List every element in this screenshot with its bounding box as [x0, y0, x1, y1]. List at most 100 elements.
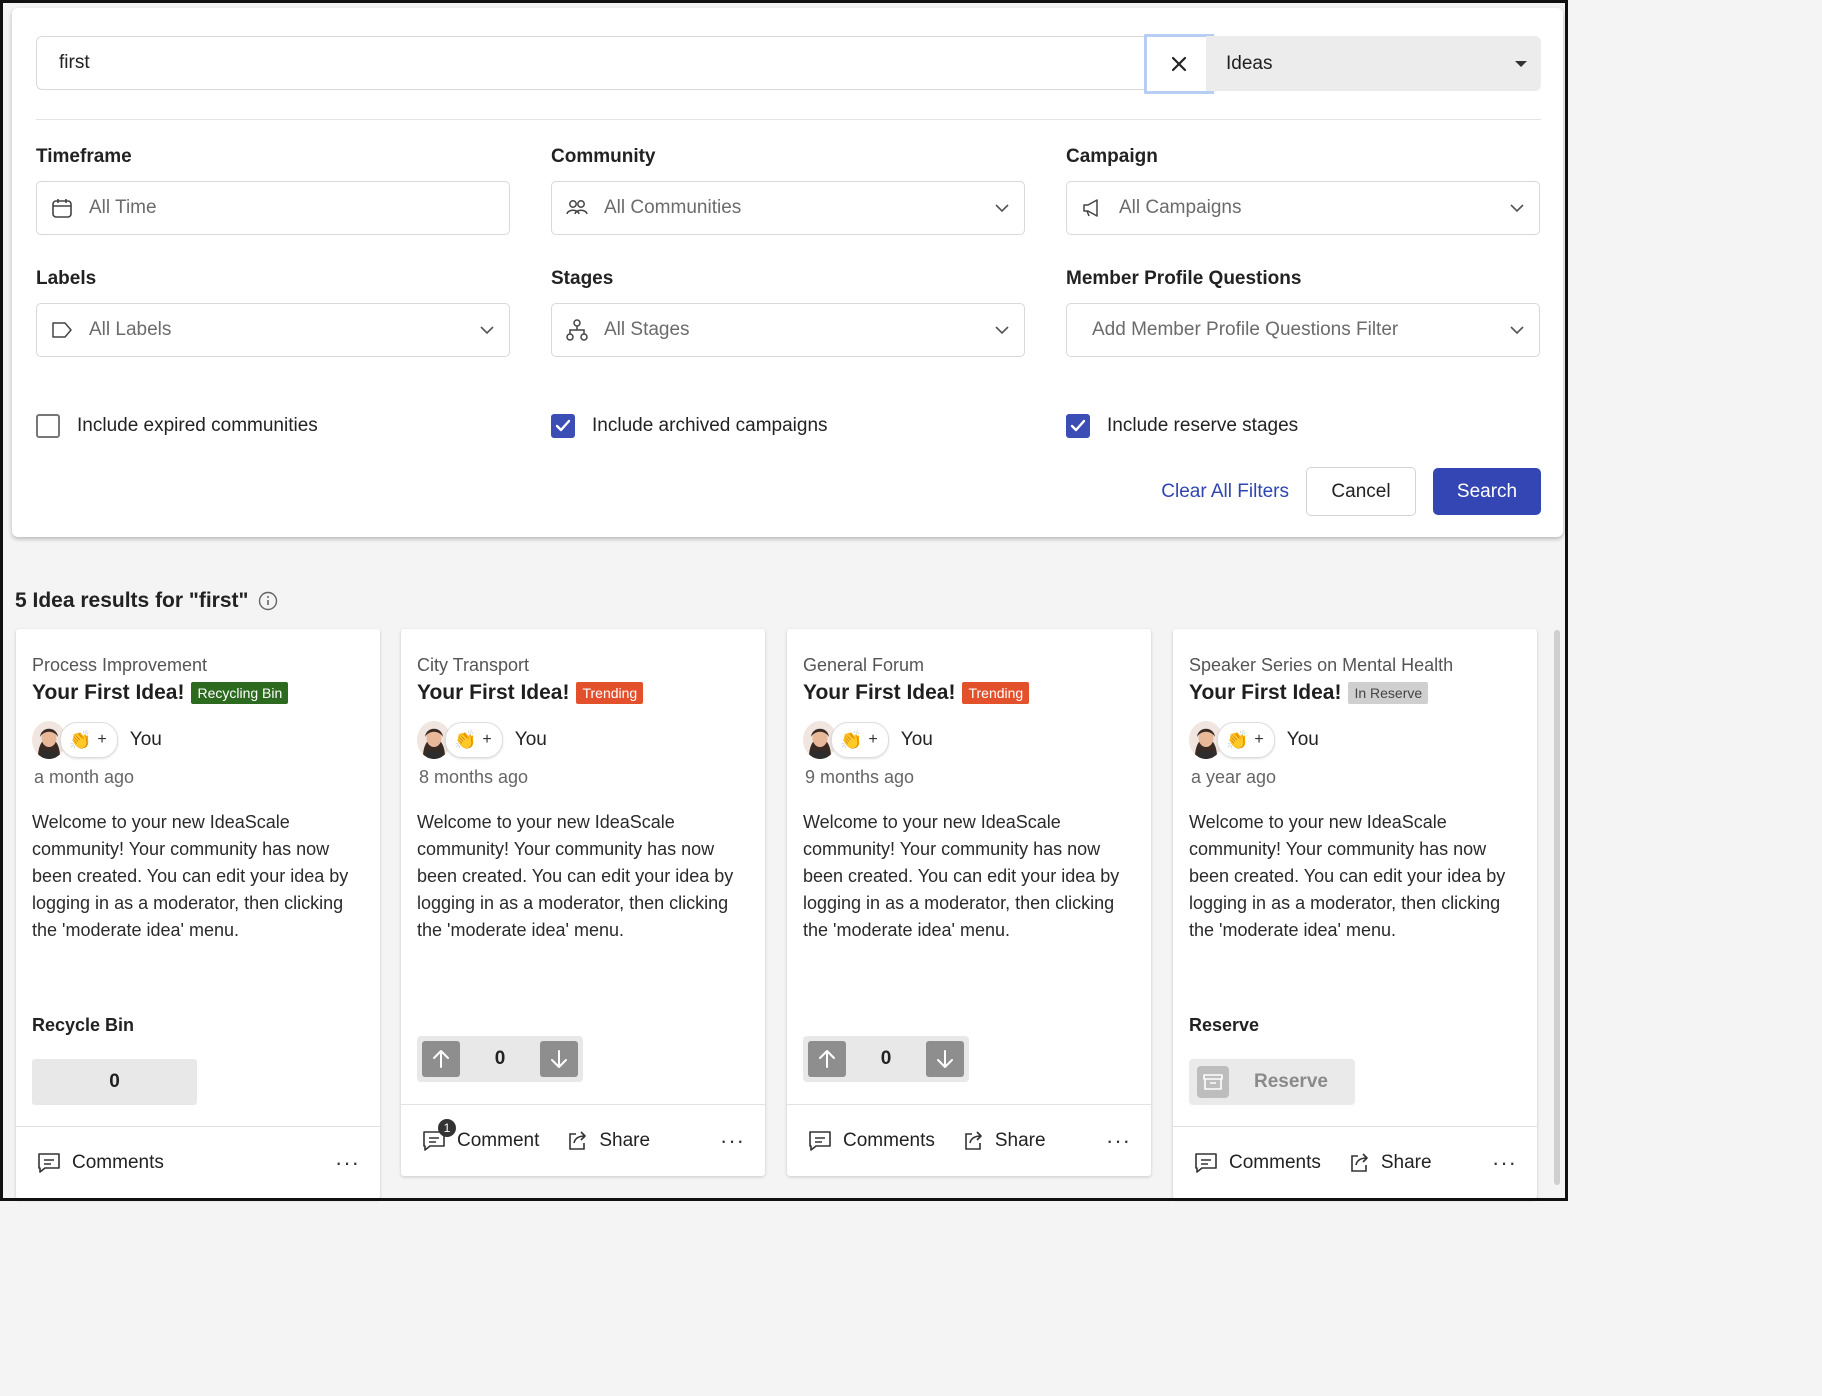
card-title-text[interactable]: Your First Idea!: [1189, 681, 1341, 705]
search-button[interactable]: Search: [1433, 468, 1541, 515]
search-type-select[interactable]: Ideas: [1206, 36, 1541, 91]
filter-actions: Clear All Filters Cancel Search: [1161, 467, 1541, 516]
stages-filter[interactable]: All Stages: [551, 303, 1025, 357]
chevron-down-icon: [480, 326, 494, 335]
upvote-button[interactable]: [808, 1041, 846, 1077]
comments-button[interactable]: Comments: [1193, 1151, 1321, 1175]
include-expired-communities[interactable]: Include expired communities: [36, 414, 318, 438]
idea-card[interactable]: Process Improvement Your First Idea! Rec…: [16, 629, 380, 1199]
share-button[interactable]: Share: [1347, 1151, 1432, 1175]
reaction-button[interactable]: 👏 +: [445, 722, 503, 758]
community-filter[interactable]: All Communities: [551, 181, 1025, 235]
share-icon: [569, 1130, 587, 1150]
reaction-button[interactable]: 👏 +: [1217, 722, 1275, 758]
card-description: Welcome to your new IdeaScale community!…: [803, 812, 1120, 940]
card-community[interactable]: General Forum: [803, 655, 924, 676]
upvote-button[interactable]: [422, 1041, 460, 1077]
status-badge: In Reserve: [1348, 682, 1429, 704]
stage-title: Reserve: [1189, 1015, 1260, 1035]
author-name[interactable]: You: [515, 729, 547, 751]
card-description: Welcome to your new IdeaScale community!…: [32, 812, 349, 940]
card-description: Welcome to your new IdeaScale community!…: [417, 812, 734, 940]
card-title[interactable]: Your First Idea! Trending: [803, 681, 1030, 705]
idea-card[interactable]: General Forum Your First Idea! Trending …: [787, 629, 1151, 1176]
campaign-value: All Campaigns: [1119, 197, 1242, 218]
campaign-filter[interactable]: All Campaigns: [1066, 181, 1540, 235]
tag-icon: [49, 317, 75, 343]
card-timestamp: 9 months ago: [805, 767, 915, 787]
share-icon: [965, 1130, 982, 1150]
card-footer: Comments ···: [16, 1126, 380, 1198]
card-footer: 1 Comment Share ···: [401, 1104, 765, 1176]
idea-card[interactable]: Speaker Series on Mental Health Your Fir…: [1173, 629, 1537, 1199]
comment-button[interactable]: 1 Comment: [421, 1118, 539, 1153]
card-timestamp: a month ago: [34, 767, 135, 787]
share-button[interactable]: Share: [961, 1129, 1046, 1153]
idea-card[interactable]: City Transport Your First Idea! Trending…: [401, 629, 765, 1176]
card-footer: Comments Share ···: [1173, 1126, 1537, 1198]
card-title[interactable]: Your First Idea! Recycling Bin: [32, 681, 289, 705]
close-icon: [1171, 56, 1187, 72]
comments-label: Comments: [72, 1151, 164, 1173]
labels-value: All Labels: [89, 319, 172, 340]
labels-filter[interactable]: All Labels: [36, 303, 510, 357]
scrollbar[interactable]: [1554, 630, 1560, 1185]
clap-icon: 👏: [454, 729, 477, 750]
timeframe-filter[interactable]: All Time: [36, 181, 510, 235]
comments-label: Comments: [843, 1129, 935, 1151]
checkmark-icon: [555, 419, 571, 432]
checkbox[interactable]: [36, 414, 60, 438]
downvote-button[interactable]: [539, 1041, 578, 1077]
search-input[interactable]: [36, 36, 1144, 90]
include-reserve-stages[interactable]: Include reserve stages: [1066, 414, 1298, 438]
card-footer: Comments Share ···: [787, 1104, 1151, 1176]
share-button[interactable]: Share: [565, 1129, 650, 1153]
search-row: Ideas: [36, 34, 1541, 94]
card-title-text[interactable]: Your First Idea!: [417, 681, 569, 705]
arrow-up-icon: [819, 1050, 835, 1068]
author-name[interactable]: You: [1287, 729, 1319, 751]
card-community[interactable]: Process Improvement: [32, 655, 207, 676]
chevron-down-icon: [1510, 204, 1524, 213]
search-type-value: Ideas: [1226, 52, 1273, 74]
share-icon: [1351, 1152, 1368, 1172]
add-reaction-icon: +: [868, 731, 878, 748]
card-community[interactable]: City Transport: [417, 655, 529, 676]
chevron-down-icon: [1510, 326, 1524, 335]
community-label: Community: [551, 146, 656, 167]
checkbox[interactable]: [1066, 414, 1090, 438]
info-icon[interactable]: [258, 591, 278, 611]
more-options-icon[interactable]: ···: [1106, 1128, 1131, 1154]
share-label: Share: [1380, 1151, 1432, 1173]
include-archived-campaigns[interactable]: Include archived campaigns: [551, 414, 828, 438]
reaction-button[interactable]: 👏 +: [60, 722, 118, 758]
comment-icon: [809, 1130, 831, 1151]
author-name[interactable]: You: [901, 729, 933, 751]
card-title-text[interactable]: Your First Idea!: [32, 681, 184, 705]
card-title-text[interactable]: Your First Idea!: [803, 681, 955, 705]
clear-search-button[interactable]: [1144, 34, 1214, 94]
status-badge: Trending: [962, 682, 1030, 704]
checkbox[interactable]: [551, 414, 575, 438]
member-profile-filter[interactable]: Add Member Profile Questions Filter: [1066, 303, 1540, 357]
card-title[interactable]: Your First Idea! Trending: [417, 681, 644, 705]
card-title[interactable]: Your First Idea! In Reserve: [1189, 681, 1429, 705]
card-community[interactable]: Speaker Series on Mental Health: [1189, 655, 1453, 676]
vote-count: 0: [880, 1048, 892, 1069]
clear-all-filters-link[interactable]: Clear All Filters: [1161, 481, 1289, 503]
results-heading: 5 Idea results for "first": [15, 589, 278, 613]
arrow-up-icon: [433, 1050, 449, 1068]
more-options-icon[interactable]: ···: [1492, 1150, 1517, 1176]
cancel-button[interactable]: Cancel: [1306, 467, 1416, 516]
more-options-icon[interactable]: ···: [335, 1150, 360, 1176]
author-name[interactable]: You: [130, 729, 162, 751]
megaphone-icon: [1079, 195, 1105, 221]
reserve-button: Reserve: [1189, 1059, 1355, 1105]
comments-button[interactable]: Comments: [36, 1151, 164, 1175]
downvote-button[interactable]: [925, 1041, 964, 1077]
more-options-icon[interactable]: ···: [720, 1128, 745, 1154]
community-value: All Communities: [604, 197, 742, 218]
vote-widget: 0: [803, 1036, 969, 1082]
comments-button[interactable]: Comments: [807, 1129, 935, 1153]
reaction-button[interactable]: 👏 +: [831, 722, 889, 758]
